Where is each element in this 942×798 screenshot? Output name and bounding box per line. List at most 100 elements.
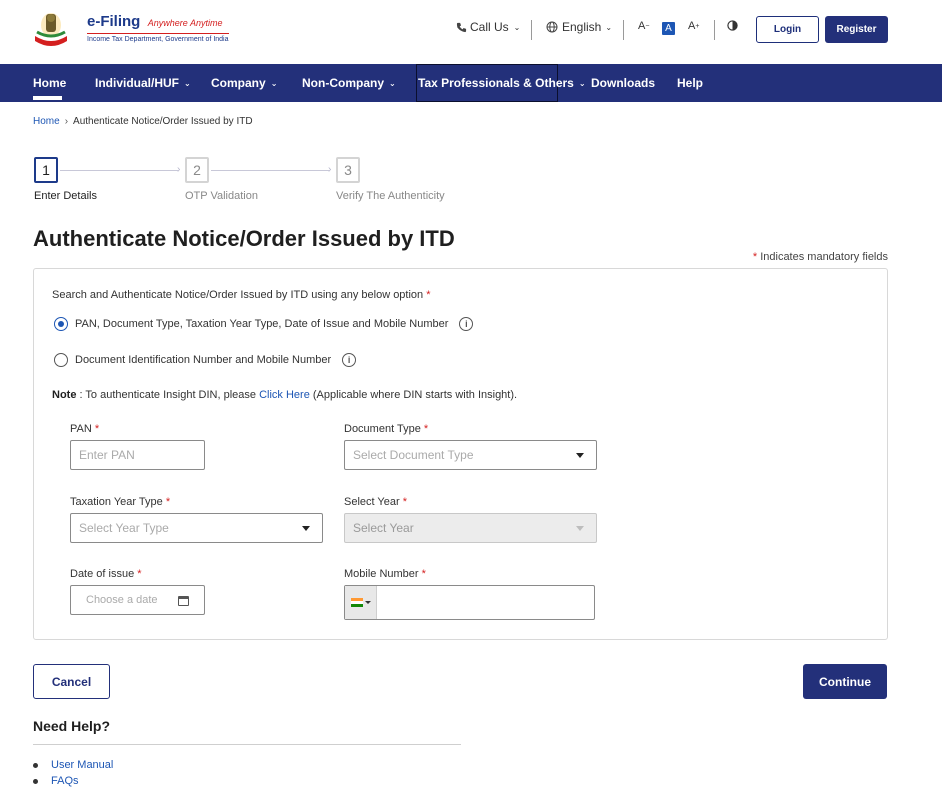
info-icon[interactable]: i <box>459 317 474 331</box>
caret-down-icon <box>576 453 584 458</box>
document-type-label: Document Type * <box>344 423 428 435</box>
font-normal-button[interactable]: A <box>662 22 675 35</box>
step-2-label: OTP Validation <box>185 190 258 202</box>
date-of-issue-label: Date of issue * <box>70 568 142 580</box>
page-title: Authenticate Notice/Order Issued by ITD <box>33 226 455 251</box>
chevron-down-icon: ⌄ <box>270 78 278 88</box>
chevron-down-icon: ⌄ <box>389 78 396 88</box>
taxation-year-type-label-text: Taxation Year Type <box>70 496 163 508</box>
main-nav: Home Individual/HUF ⌄ Company ⌄ Non-Comp… <box>0 64 942 102</box>
caret-down-icon <box>364 601 371 604</box>
taxation-year-type-label: Taxation Year Type * <box>70 496 170 508</box>
nav-tax-professionals-label: Tax Professionals & Others <box>418 76 574 90</box>
option-pan-radio-row[interactable]: PAN, Document Type, Taxation Year Type, … <box>54 317 474 331</box>
chevron-down-icon: ⌄ <box>184 78 191 88</box>
language-menu[interactable]: English ⌄ <box>546 20 612 34</box>
contrast-icon <box>727 20 738 31</box>
nav-company-label: Company <box>211 76 266 90</box>
chevron-down-icon: ⌄ <box>578 78 586 88</box>
required-asterisk: * <box>402 496 407 508</box>
chevron-down-icon: ⌄ <box>513 22 521 32</box>
contrast-toggle[interactable] <box>727 20 738 31</box>
font-decrease-label: A <box>638 20 646 32</box>
chevron-down-icon: ⌄ <box>605 22 613 32</box>
step-1-indicator: 1 <box>34 157 58 183</box>
document-type-placeholder: Select Document Type <box>353 448 474 462</box>
select-year-placeholder: Select Year <box>353 521 414 535</box>
call-us-menu[interactable]: Call Us ⌄ <box>456 20 520 34</box>
option-pan-label: PAN, Document Type, Taxation Year Type, … <box>75 318 449 330</box>
globe-icon <box>546 21 558 33</box>
register-button[interactable]: Register <box>825 16 888 43</box>
required-asterisk: * <box>426 289 431 301</box>
pan-label: PAN * <box>70 423 99 435</box>
required-asterisk: * <box>423 423 429 435</box>
emblem-icon <box>33 10 83 48</box>
nav-help[interactable]: Help <box>677 64 703 102</box>
calendar-icon[interactable] <box>178 596 189 606</box>
help-link-user-manual[interactable]: User Manual <box>33 759 113 771</box>
continue-button[interactable]: Continue <box>803 664 887 699</box>
breadcrumb-current: Authenticate Notice/Order Issued by ITD <box>73 116 253 127</box>
option-din-radio-row[interactable]: Document Identification Number and Mobil… <box>54 353 357 367</box>
font-decrease-button[interactable]: A − <box>638 20 649 32</box>
help-link-faqs[interactable]: FAQs <box>33 775 79 787</box>
required-asterisk: * <box>421 568 426 580</box>
chevron-right-icon: › <box>64 116 69 127</box>
nav-downloads[interactable]: Downloads <box>591 64 655 102</box>
date-of-issue-input[interactable]: Choose a date <box>70 585 205 615</box>
option-din-label: Document Identification Number and Mobil… <box>75 354 332 366</box>
step-connector <box>211 170 329 171</box>
font-increase-button[interactable]: A + <box>688 20 699 32</box>
taxation-year-type-placeholder: Select Year Type <box>79 521 169 535</box>
step-3-indicator: 3 <box>336 157 360 183</box>
step-1-label: Enter Details <box>34 190 97 202</box>
call-us-label: Call Us <box>470 20 509 34</box>
info-icon[interactable]: i <box>342 353 357 367</box>
header-divider <box>531 20 532 40</box>
login-button[interactable]: Login <box>756 16 819 43</box>
faqs-link[interactable]: FAQs <box>51 775 79 787</box>
nav-individual-huf[interactable]: Individual/HUF ⌄ <box>95 64 191 102</box>
option-pan-radio[interactable] <box>54 317 68 331</box>
mobile-number-label: Mobile Number * <box>344 568 426 580</box>
pan-placeholder: Enter PAN <box>79 448 135 462</box>
required-asterisk: * <box>165 496 171 508</box>
efiling-logo[interactable]: e-Filing Anywhere Anytime Income Tax Dep… <box>33 10 229 50</box>
breadcrumb-home[interactable]: Home <box>33 116 60 127</box>
nav-tax-professionals[interactable]: Tax Professionals & Others ⌄ <box>416 64 586 102</box>
india-flag-icon <box>350 598 363 607</box>
cancel-button[interactable]: Cancel <box>33 664 110 699</box>
document-type-select[interactable]: Select Document Type <box>344 440 597 470</box>
chevron-right-icon: › <box>177 164 181 175</box>
chevron-right-icon: › <box>328 164 332 175</box>
bullet-icon <box>33 762 38 768</box>
select-year-label: Select Year * <box>344 496 407 508</box>
mandatory-note: * Indicates mandatory fields <box>753 251 888 263</box>
nav-company[interactable]: Company ⌄ <box>211 64 277 102</box>
logo-tagline: Anywhere Anytime <box>147 18 223 28</box>
required-asterisk: * <box>137 568 142 580</box>
nav-help-label: Help <box>677 76 704 90</box>
pan-label-text: PAN <box>70 423 92 435</box>
required-asterisk: * <box>752 251 758 263</box>
nav-non-company-label: Non-Company <box>302 76 384 90</box>
nav-active-indicator <box>33 96 62 100</box>
search-options-label: Search and Authenticate Notice/Order Iss… <box>52 289 431 301</box>
step-connector <box>60 170 178 171</box>
country-code-select[interactable] <box>345 586 377 619</box>
nav-home-label: Home <box>33 76 67 90</box>
option-din-radio[interactable] <box>54 353 68 367</box>
search-options-text: Search and Authenticate Notice/Order Iss… <box>52 289 424 301</box>
caret-down-icon <box>576 526 584 531</box>
user-manual-link[interactable]: User Manual <box>51 759 113 771</box>
nav-downloads-label: Downloads <box>591 76 656 90</box>
mobile-number-input[interactable] <box>344 585 595 620</box>
click-here-link[interactable]: Click Here <box>259 389 310 401</box>
note-suffix: (Applicable where DIN starts with Insigh… <box>312 389 518 401</box>
mobile-number-label-text: Mobile Number <box>344 568 419 580</box>
caret-down-icon <box>302 526 310 531</box>
nav-non-company[interactable]: Non-Company ⌄ <box>302 64 396 102</box>
pan-input[interactable]: Enter PAN <box>70 440 205 470</box>
taxation-year-type-select[interactable]: Select Year Type <box>70 513 323 543</box>
